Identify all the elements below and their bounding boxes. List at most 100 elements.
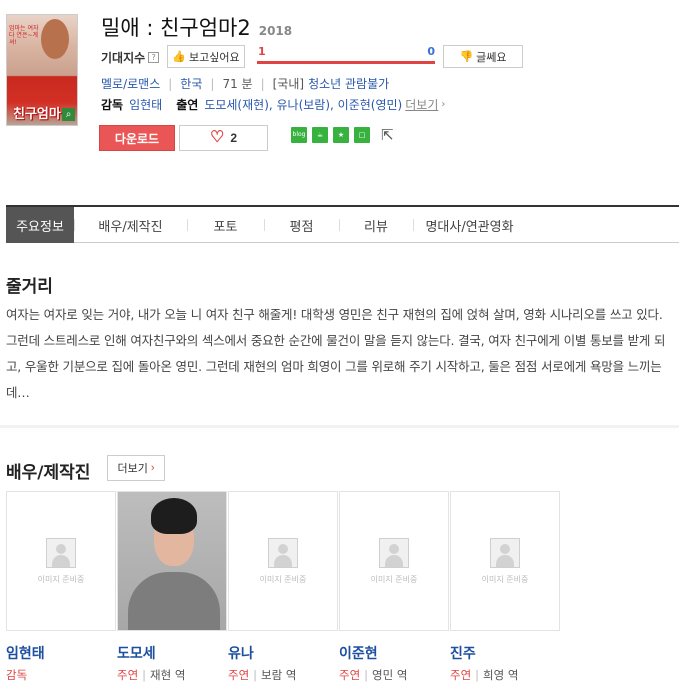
cast-section-title: 배우/제작진 [6,463,91,483]
download-button[interactable]: 다운로드 [99,125,175,151]
action-row: 다운로드 ♡ 2 [99,125,268,151]
expectation-label: 기대지수 [101,50,146,65]
cast-links[interactable]: 도모세(재현), 유나(보람), 이준현(영민) [204,96,402,113]
expectation-bar-fill [257,61,435,64]
cast-card[interactable]: 이미지 준비중 임현태 감독 [6,491,117,683]
heart-count: 2 [230,131,238,145]
cast-character: 보람 역 [261,668,297,682]
cast-role-line: 감독 [6,667,117,683]
like-heart-button[interactable]: ♡ 2 [179,125,268,151]
chevron-right-icon: › [441,99,446,110]
credits-more-link[interactable]: 더보기 [405,96,438,113]
no-image-text: 이미지 준비중 [259,574,307,584]
movie-poster[interactable]: 엄마는 여자다 연은~계셔! 친구엄마 ⌕ [6,14,78,126]
share-icons: blog ☕ ★ □ ⇱ [291,126,394,144]
want-to-see-label: 보고싶어요 [189,51,240,64]
cast-role: 주연 [228,668,250,682]
expectation-bar-track [257,61,435,64]
section-divider [0,425,679,428]
tab-main-info[interactable]: 주요정보 [6,207,74,243]
runtime: 71 분 [222,77,253,91]
thumbs-down-icon: 👎 [459,51,474,63]
meta-row: 멜로/로맨스 | 한국 | 71 분 | [국내] 청소년 관람불가 [101,75,389,92]
tab-review[interactable]: 리뷰 [339,207,413,243]
expectation-bar: 1 0 [257,45,435,69]
tab-photo[interactable]: 포토 [187,207,264,243]
movie-title: 밀애 : 친구엄마2 [101,16,251,40]
cast-character: 희영 역 [483,668,519,682]
heart-icon: ♡ [209,129,225,146]
cast-name[interactable]: 이준현 [339,643,450,663]
separator: | [210,76,215,91]
like-count: 1 [258,45,266,58]
no-image-text: 이미지 준비중 [37,574,85,584]
cafe-icon[interactable]: ☕ [312,127,328,143]
cast-role-line: 주연 | 재현 역 [117,668,186,682]
tab-cast-crew[interactable]: 배우/제작진 [74,207,187,243]
cast-name[interactable]: 도모세 [117,643,228,663]
no-image-text: 이미지 준비중 [481,574,529,584]
chevron-right-icon: › [150,462,155,474]
cast-role: 주연 [339,668,361,682]
tab-quotes-related[interactable]: 명대사/연관영화 [413,207,526,243]
movie-year: 2018 [258,24,293,38]
cast-card[interactable]: 이미지 준비중 진주 주연 | 희영 역 [450,491,561,683]
cast-name[interactable]: 임현태 [6,643,117,663]
cast-photo-placeholder[interactable]: 이미지 준비중 [450,491,560,631]
country-link[interactable]: 한국 [180,75,202,92]
want-to-see-button[interactable]: 👍 보고싶어요 [167,45,245,68]
title-row: 밀애 : 친구엄마2 2018 [101,12,293,40]
no-image-text: 이미지 준비중 [370,574,418,584]
cast-more-label: 더보기 [117,463,148,475]
director-label: 감독 [101,98,124,112]
cast-label: 출연 [176,98,199,112]
expectation-row: 기대지수 ? 👍 보고싶어요 1 0 👎 글쎄요 [101,45,523,69]
zoom-icon[interactable]: ⌕ [62,108,75,121]
thumbs-up-icon: 👍 [172,51,187,63]
cast-character: 영민 역 [372,668,408,682]
share-icon[interactable]: ⇱ [381,126,394,144]
no-image-icon [268,537,298,568]
tab-rating[interactable]: 평점 [264,207,339,243]
rating-link[interactable]: 청소년 관람불가 [308,75,389,92]
cast-card[interactable]: 이미지 준비중 유나 주연 | 보람 역 [228,491,339,683]
star-icon[interactable]: ★ [333,127,349,143]
rating-prefix: [국내] [272,77,305,91]
cast-role: 주연 [450,668,472,682]
cast-name[interactable]: 진주 [450,643,561,663]
cast-role-line: 주연 | 영민 역 [339,668,408,682]
dislike-count: 0 [427,45,435,58]
cast-card[interactable]: 도모세 주연 | 재현 역 [117,491,228,683]
cast-role: 주연 [117,668,139,682]
cast-list: 이미지 준비중 임현태 감독 도모세 주연 | 재현 역 이미지 준비중 유나 주연… [6,491,561,683]
not-sure-button[interactable]: 👎 글쎄요 [443,45,523,68]
cast-card[interactable]: 이미지 준비중 이준현 주연 | 영민 역 [339,491,450,683]
square-icon[interactable]: □ [354,127,370,143]
cast-character: 재현 역 [150,668,186,682]
cast-role-line: 주연 | 희영 역 [450,668,519,682]
cast-photo-placeholder[interactable]: 이미지 준비중 [339,491,449,631]
director-link[interactable]: 임현태 [129,96,162,113]
synopsis-text: 여자는 여자로 잊는 거야, 내가 오늘 니 여자 친구 해줄게! 대학생 영민… [6,307,666,400]
separator: | [260,76,265,91]
help-icon[interactable]: ? [148,51,160,63]
cast-more-button[interactable]: 더보기 › [107,455,165,481]
cast-name[interactable]: 유나 [228,643,339,663]
blog-icon[interactable]: blog [291,127,307,143]
cast-photo-placeholder[interactable]: 이미지 준비중 [228,491,338,631]
cast-photo-placeholder[interactable]: 이미지 준비중 [6,491,116,631]
cast-role-line: 주연 | 보람 역 [228,668,297,682]
cast-role: 감독 [6,668,28,682]
genre-link[interactable]: 멜로/로맨스 [101,75,160,92]
poster-figure [41,19,69,59]
tab-bar: 주요정보 배우/제작진 포토 평점 리뷰 명대사/연관영화 [6,205,679,243]
synopsis-title: 줄거리 [6,277,53,297]
cast-photo[interactable] [117,491,227,631]
poster-blurb: 엄마는 여자다 연은~계셔! [9,25,39,47]
no-image-icon [46,537,76,568]
no-image-icon [490,537,520,568]
no-image-icon [379,537,409,568]
not-sure-label: 글쎄요 [476,51,507,64]
poster-title: 친구엄마 [13,107,61,122]
credits-row: 감독 임현태 출연 도모세(재현), 유나(보람), 이준현(영민) 더보기 › [101,96,445,113]
